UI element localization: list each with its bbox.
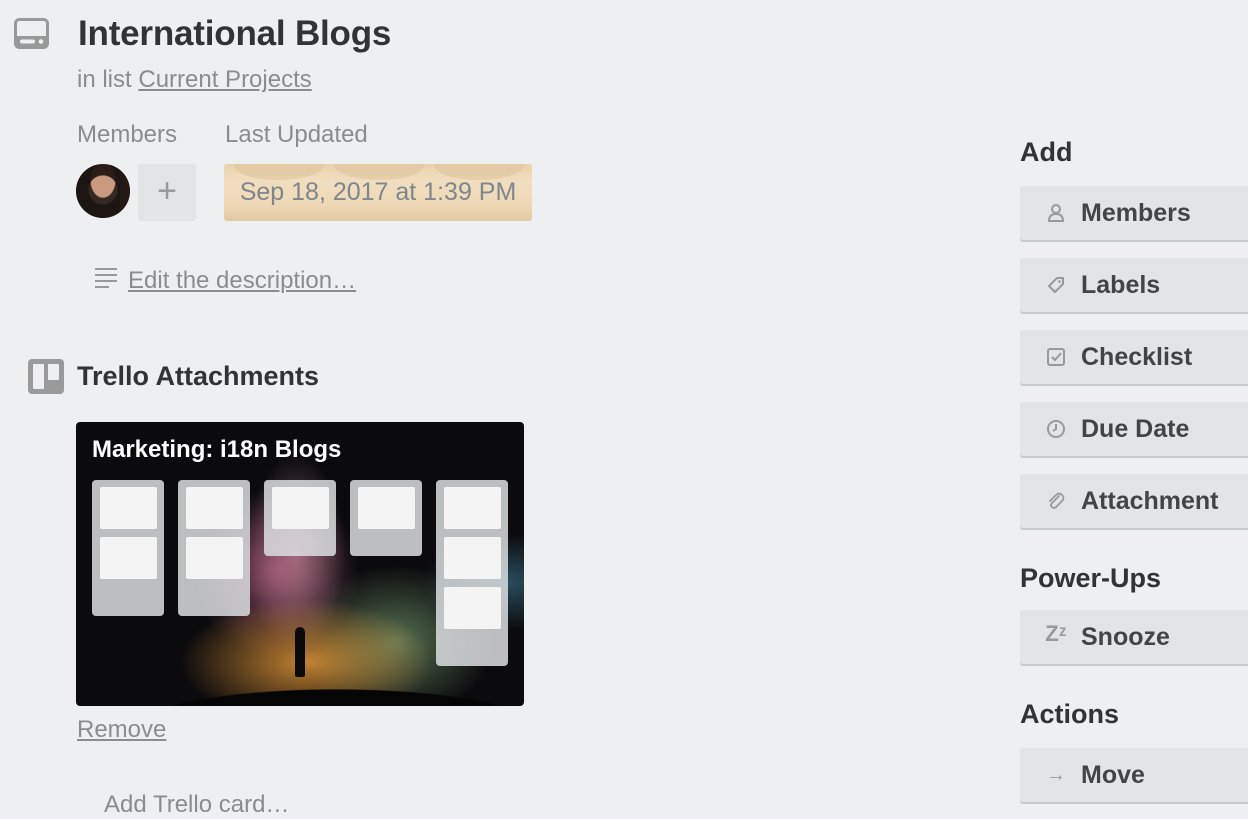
power-ups-heading: Power-Ups	[1020, 563, 1162, 593]
add-labels-button[interactable]: Labels	[1020, 258, 1248, 312]
board-mini-card	[185, 487, 243, 529]
list-info: in list Current Projects	[77, 66, 312, 94]
board-mini-card	[443, 537, 501, 579]
checkbox-icon	[1047, 348, 1065, 366]
last-updated-label: Last Updated	[225, 121, 368, 148]
last-updated-value: Sep 18, 2017 at 1:39 PM	[239, 178, 517, 206]
list-link[interactable]: Current Projects	[138, 66, 311, 93]
move-button[interactable]: → Move	[1020, 748, 1248, 802]
board-icon	[28, 359, 64, 394]
person-icon	[1047, 204, 1065, 222]
board-mini-card	[185, 537, 243, 579]
member-avatar[interactable]	[76, 164, 130, 218]
board-mini-card	[443, 587, 501, 629]
button-label: Move	[1081, 761, 1145, 789]
card-title[interactable]: International Blogs	[78, 14, 391, 54]
remove-attachment-link[interactable]: Remove	[77, 716, 166, 744]
edit-description-link[interactable]: Edit the description…	[128, 267, 356, 295]
button-label: Members	[1081, 199, 1191, 227]
button-label: Attachment	[1081, 487, 1219, 515]
board-mini-card	[443, 487, 501, 529]
board-mini-card	[99, 487, 157, 529]
description-icon	[95, 268, 117, 288]
add-trello-card-link[interactable]: Add Trello card…	[104, 791, 289, 819]
in-list-prefix: in list	[77, 66, 132, 93]
last-updated-badge[interactable]: Sep 18, 2017 at 1:39 PM	[224, 164, 532, 221]
board-mini-card	[271, 487, 329, 529]
snooze-button[interactable]: Zᶻ Snooze	[1020, 610, 1248, 664]
board-mini-list	[178, 480, 250, 616]
clock-icon	[1047, 420, 1065, 438]
add-members-button[interactable]: Members	[1020, 186, 1248, 240]
button-label: Snooze	[1081, 623, 1170, 651]
arrow-right-icon: →	[1046, 764, 1066, 786]
members-label: Members	[77, 121, 178, 148]
button-label: Checklist	[1081, 343, 1193, 371]
add-member-button[interactable]: +	[138, 164, 196, 221]
tag-icon	[1048, 277, 1064, 293]
board-mini-card	[357, 487, 415, 529]
button-label: Due Date	[1081, 415, 1190, 443]
paperclip-icon	[1049, 492, 1065, 509]
add-attachment-button[interactable]: Attachment	[1020, 474, 1248, 528]
add-heading: Add	[1020, 137, 1073, 167]
board-name: Marketing: i18n Blogs	[92, 436, 342, 463]
snooze-icon: Zᶻ	[1045, 621, 1067, 646]
board-mini-card	[99, 537, 157, 579]
board-mini-list	[350, 480, 422, 556]
board-mini-list	[436, 480, 508, 666]
avatar-hair	[76, 164, 130, 218]
add-due-date-button[interactable]: Due Date	[1020, 402, 1248, 456]
board-mini-list	[92, 480, 164, 616]
trello-attachments-title: Trello Attachments	[77, 361, 320, 391]
card-icon	[14, 18, 49, 49]
actions-heading: Actions	[1020, 699, 1120, 729]
button-label: Labels	[1081, 271, 1161, 299]
board-mini-list	[264, 480, 336, 556]
add-checklist-button[interactable]: Checklist	[1020, 330, 1248, 384]
board-preview[interactable]: Marketing: i18n Blogs	[76, 422, 524, 706]
